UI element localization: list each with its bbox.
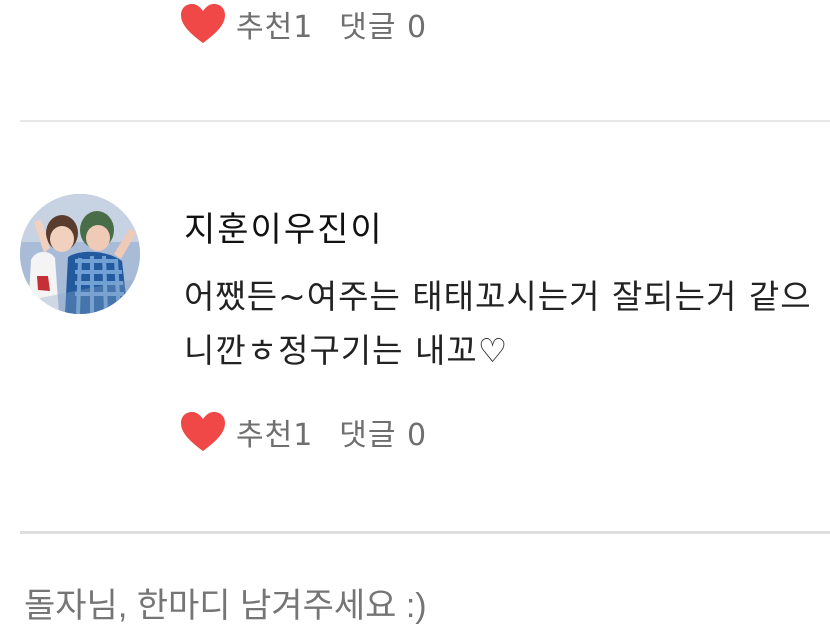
comment-text: 어쨌든~여주는 태태꼬시는거 잘되는거 같으니깐ㅎ정구기는 내꼬♡ bbox=[184, 277, 812, 370]
previous-comment-actions: 추천1 댓글 0 bbox=[180, 0, 427, 48]
heart-icon[interactable] bbox=[180, 1, 226, 47]
avatar[interactable] bbox=[20, 194, 140, 314]
heart-icon[interactable] bbox=[180, 409, 226, 455]
comment-input[interactable] bbox=[22, 586, 786, 627]
like-count[interactable]: 추천1 bbox=[236, 2, 313, 46]
comment-divider bbox=[20, 120, 830, 122]
comment-actions: 추천1 댓글 0 bbox=[180, 408, 427, 456]
comment-input-divider bbox=[20, 531, 830, 534]
comment-author[interactable]: 지훈이우진이 bbox=[184, 202, 384, 251]
like-count[interactable]: 추천1 bbox=[236, 410, 313, 454]
reply-count[interactable]: 댓글 0 bbox=[339, 2, 427, 46]
reply-count[interactable]: 댓글 0 bbox=[339, 410, 427, 454]
